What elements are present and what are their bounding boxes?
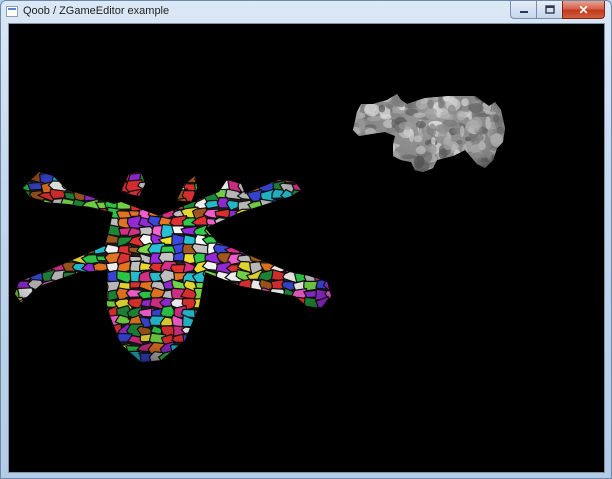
grey-creature[interactable]	[347, 87, 511, 180]
close-button[interactable]: ✕	[562, 1, 605, 19]
window-title: Qoob / ZGameEditor example	[23, 5, 170, 17]
maximize-button[interactable]	[536, 1, 562, 19]
minimize-button[interactable]	[510, 1, 536, 19]
textured-spaceship[interactable]	[9, 162, 343, 374]
close-icon: ✕	[578, 2, 589, 17]
render-viewport[interactable]	[8, 23, 605, 473]
title-bar[interactable]: Qoob / ZGameEditor example ✕	[1, 1, 611, 23]
maximize-icon	[544, 5, 555, 14]
minimize-icon	[519, 10, 528, 13]
app-icon	[6, 6, 18, 17]
app-window: Qoob / ZGameEditor example ✕	[0, 0, 612, 479]
caption-buttons: ✕	[510, 1, 605, 20]
3d-scene	[9, 87, 511, 374]
